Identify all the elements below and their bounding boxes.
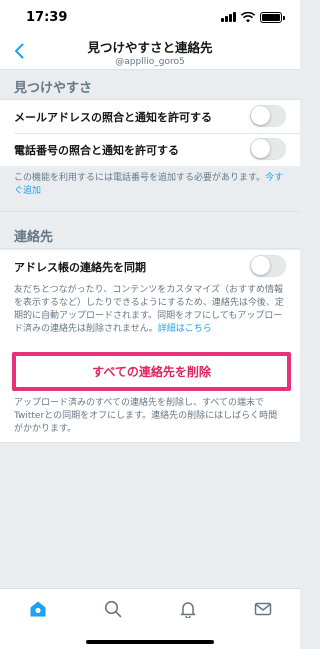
sync-contacts-row[interactable]: アドレス帳の連絡先を同期 xyxy=(0,250,300,283)
page-title: 見つけやすさと連絡先 xyxy=(87,40,213,55)
status-bar: 17:39 xyxy=(0,0,300,34)
tab-messages[interactable] xyxy=(251,597,275,621)
tab-notifications[interactable] xyxy=(176,597,200,621)
phone-matching-row[interactable]: 電話番号の照合と通知を許可する xyxy=(0,133,300,166)
contacts-sync-note: 友だちとつながったり、コンテンツをカスタマイズ（おすすめ情報を表示するなど）した… xyxy=(0,283,300,343)
mail-icon xyxy=(254,602,272,616)
discoverability-panel: メールアドレスの照合と通知を許可する 電話番号の照合と通知を許可する xyxy=(0,100,300,166)
phone-matching-toggle[interactable] xyxy=(250,138,286,160)
delete-contacts-note: アップロード済みのすべての連絡先を削除し、すべての端末でTwitterとの同期を… xyxy=(14,398,278,434)
status-icons xyxy=(221,11,285,23)
email-matching-label: メールアドレスの照合と通知を許可する xyxy=(14,110,212,124)
cellular-signal-icon xyxy=(221,12,236,22)
sync-contacts-label: アドレス帳の連絡先を同期 xyxy=(14,260,146,274)
email-matching-toggle[interactable] xyxy=(250,105,286,127)
page-subtitle: @appllio_goro5 xyxy=(115,57,185,67)
delete-all-contacts-label: すべての連絡先を削除 xyxy=(92,365,211,379)
phone-matching-label: 電話番号の照合と通知を許可する xyxy=(14,143,179,157)
email-matching-row[interactable]: メールアドレスの照合と通知を許可する xyxy=(0,100,300,133)
tab-search[interactable] xyxy=(101,597,125,621)
toggle-knob xyxy=(251,106,270,125)
toggle-knob xyxy=(251,139,270,158)
toggle-knob xyxy=(251,256,270,275)
sync-contacts-toggle[interactable] xyxy=(250,255,286,277)
section-divider xyxy=(0,211,300,212)
contacts-sync-note-text: 友だちとつながったり、コンテンツをカスタマイズ（おすすめ情報を表示するなど）した… xyxy=(14,285,284,334)
home-icon xyxy=(30,601,46,617)
chevron-left-icon xyxy=(15,43,24,59)
discoverability-note-text: この機能を利用するには電話番号を追加する必要があります。 xyxy=(14,173,266,183)
navigation-bar: 見つけやすさと連絡先 @appllio_goro5 xyxy=(0,34,300,70)
bell-icon xyxy=(180,602,196,618)
status-time: 17:39 xyxy=(26,9,68,25)
learn-more-link[interactable]: 詳細はこちら xyxy=(158,324,212,334)
home-indicator xyxy=(86,640,214,644)
battery-icon xyxy=(260,11,285,23)
delete-all-contacts-button[interactable]: すべての連絡先を削除 xyxy=(12,352,291,391)
section-header-discoverability: 見つけやすさ xyxy=(0,70,300,100)
section-divider xyxy=(0,442,300,443)
section-header-contacts: 連絡先 xyxy=(0,219,300,249)
contacts-panel: アドレス帳の連絡先を同期 友だちとつながったり、コンテンツをカスタマイズ（おすす… xyxy=(0,250,300,347)
back-button[interactable] xyxy=(8,40,30,62)
search-icon xyxy=(104,600,122,618)
tab-home[interactable] xyxy=(26,597,50,621)
wifi-icon xyxy=(241,11,255,22)
discoverability-note: この機能を利用するには電話番号を追加する必要があります。今すぐ追加 xyxy=(0,166,300,205)
